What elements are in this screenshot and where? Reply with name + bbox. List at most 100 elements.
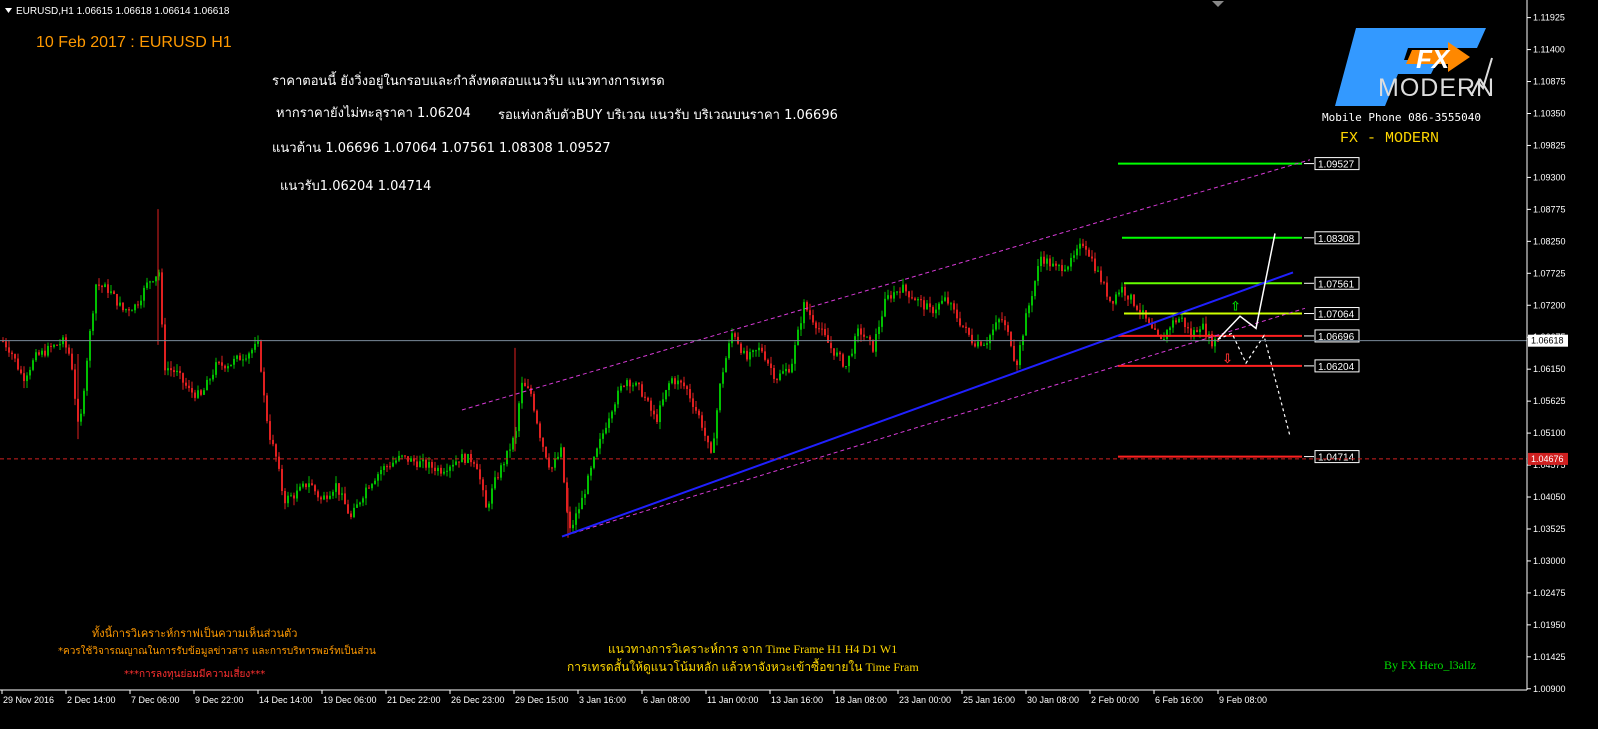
candle-body	[377, 474, 379, 481]
candle-body	[128, 309, 130, 311]
candle-body	[155, 276, 157, 282]
author-credit: By FX Hero_l3allz	[1384, 658, 1476, 672]
candle-body	[140, 300, 142, 306]
x-tick-label: 25 Jan 16:00	[963, 695, 1015, 705]
candle-body	[746, 350, 748, 360]
candle-body	[467, 454, 469, 463]
candle-body	[329, 495, 331, 499]
candle-body	[1133, 294, 1135, 306]
candle-body	[653, 410, 655, 415]
candle-body	[947, 297, 949, 304]
candle-body	[1010, 331, 1012, 346]
x-tick-label: 9 Feb 08:00	[1219, 695, 1267, 705]
candle-body	[473, 462, 475, 464]
candle-body	[326, 495, 328, 499]
candle-body	[1031, 296, 1033, 306]
candle-body	[854, 336, 856, 354]
candle-body	[995, 322, 997, 330]
candle-body	[680, 380, 682, 383]
x-tick-label: 21 Dec 22:00	[387, 695, 441, 705]
candle-body	[353, 507, 355, 518]
disclaimer-line-1: ทั้งนี้การวิเคราะห์กราฟเป็นความเห็นส่วนต…	[92, 627, 298, 640]
candle-body	[431, 462, 433, 468]
candle-body	[812, 315, 814, 323]
candle-body	[506, 450, 508, 465]
candle-body	[416, 461, 418, 468]
candle-body	[1169, 327, 1171, 331]
candle-body	[167, 368, 169, 371]
candle-body	[410, 458, 412, 462]
x-tick-label: 26 Dec 23:00	[451, 695, 505, 705]
mobile-phone-text: Mobile Phone 086-3555040	[1322, 111, 1481, 124]
candle-body	[1061, 265, 1063, 272]
candle-body	[1001, 319, 1003, 321]
candle-body	[977, 341, 979, 347]
candle-body	[536, 410, 538, 424]
candle-body	[257, 341, 259, 344]
candle-body	[521, 382, 523, 404]
candle-body	[1115, 294, 1117, 304]
candle-body	[245, 358, 247, 360]
candle-body	[101, 285, 103, 288]
candle-body	[905, 284, 907, 292]
candle-body	[32, 360, 34, 370]
candle-body	[458, 461, 460, 463]
candle-body	[1214, 339, 1216, 347]
candle-body	[782, 371, 784, 374]
candle-body	[770, 363, 772, 369]
candle-body	[734, 333, 736, 337]
candle-body	[533, 393, 535, 411]
candle-body	[1121, 286, 1123, 293]
candle-body	[722, 372, 724, 384]
candle-body	[425, 459, 427, 468]
candle-body	[470, 454, 472, 463]
candle-body	[974, 343, 976, 347]
candle-body	[1142, 310, 1144, 313]
candle-body	[830, 342, 832, 349]
candle-body	[206, 379, 208, 391]
x-tick-label: 7 Dec 06:00	[131, 695, 180, 705]
candle-body	[1007, 325, 1009, 332]
candle-body	[767, 359, 769, 364]
candle-body	[1064, 269, 1066, 272]
candle-body	[662, 399, 664, 406]
candle-body	[935, 309, 937, 314]
y-tick-label: 1.04050	[1533, 492, 1566, 502]
candle-body	[53, 344, 55, 347]
candle-body	[404, 455, 406, 457]
y-tick-label: 1.01950	[1533, 620, 1566, 630]
x-tick-label: 29 Nov 2016	[3, 695, 54, 705]
candle-body	[1034, 281, 1036, 297]
candle-body	[251, 349, 253, 354]
candle-body	[479, 469, 481, 480]
level-label: 1.04714	[1318, 453, 1355, 464]
candle-body	[68, 347, 70, 354]
candle-body	[215, 362, 217, 375]
candle-body	[773, 368, 775, 380]
candle-body	[134, 304, 136, 311]
candle-body	[176, 370, 178, 373]
candle-body	[41, 350, 43, 355]
candle-body	[2, 341, 4, 343]
candle-body	[356, 504, 358, 508]
candle-body	[485, 490, 487, 508]
candle-body	[629, 380, 631, 387]
x-tick-label: 19 Dec 06:00	[323, 695, 377, 705]
support-levels-text: แนวรับ1.06204 1.04714	[280, 179, 432, 194]
candle-body	[1046, 258, 1048, 264]
candle-body	[806, 302, 808, 311]
candle-body	[194, 392, 196, 398]
candle-body	[1055, 263, 1057, 266]
candle-body	[35, 352, 37, 361]
candle-body	[29, 369, 31, 376]
candle-body	[776, 379, 778, 381]
candle-body	[731, 333, 733, 344]
candle-body	[494, 477, 496, 489]
x-tick-label: 6 Jan 08:00	[643, 695, 690, 705]
candle-body	[476, 463, 478, 470]
candle-body	[617, 390, 619, 405]
candle-body	[200, 390, 202, 395]
x-tick-label: 23 Jan 00:00	[899, 695, 951, 705]
candle-body	[197, 390, 199, 398]
candle-body	[509, 449, 511, 451]
